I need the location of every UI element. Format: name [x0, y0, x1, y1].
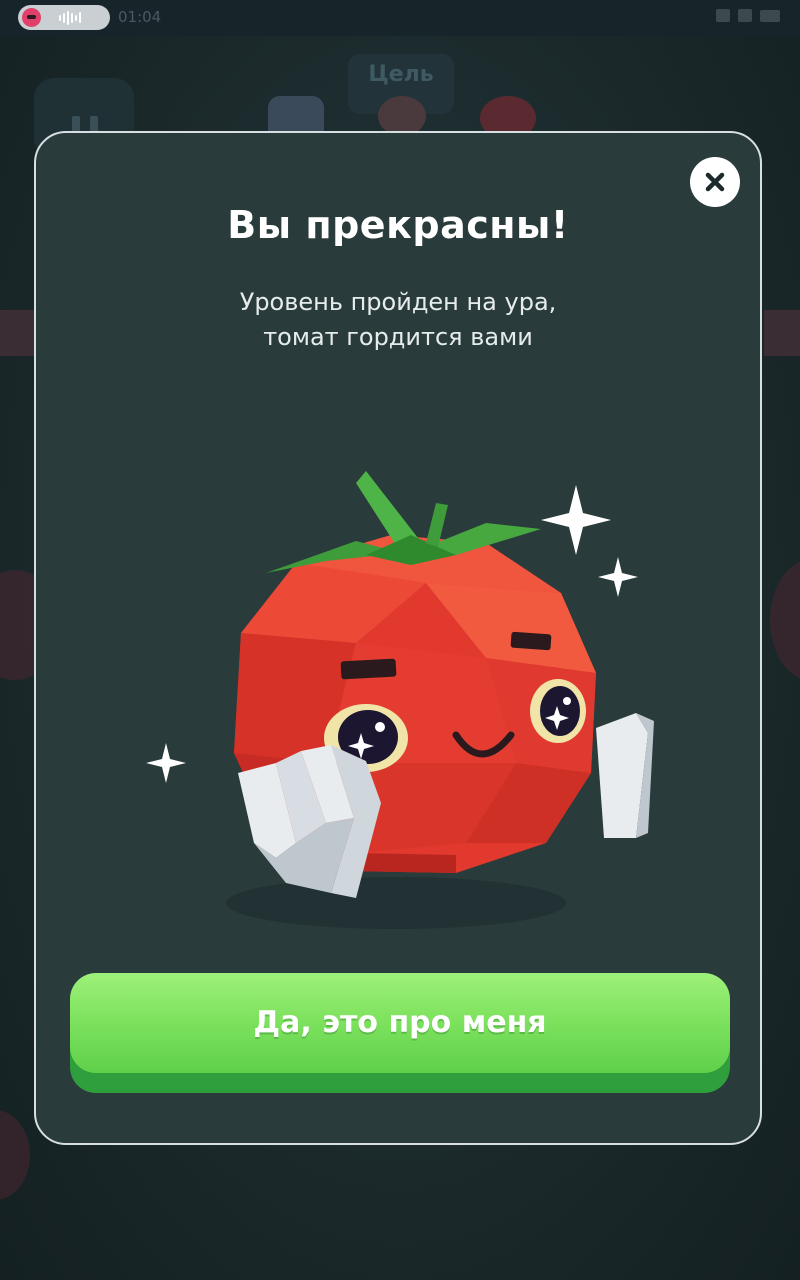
goal-item-sushi [378, 96, 426, 136]
status-icons [716, 9, 780, 22]
modal-subtitle: Уровень пройден на ура, томат гордится в… [36, 285, 760, 355]
left-eyebrow [340, 658, 397, 680]
right-eyebrow [510, 631, 552, 651]
subtitle-line-1: Уровень пройден на ура, [239, 288, 557, 316]
subtitle-line-2: томат гордится вами [263, 323, 533, 351]
bg-food-right [770, 560, 800, 680]
right-hand [596, 713, 654, 838]
shelf-right [764, 310, 800, 356]
mascot-shadow [226, 877, 566, 929]
battery-icon [760, 9, 780, 22]
mute-icon [716, 9, 730, 22]
bg-food-bottom-left [0, 1110, 30, 1200]
modal-title: Вы прекрасны! [227, 203, 569, 247]
confirm-button-label: Да, это про меня [253, 1005, 547, 1040]
call-avatar-icon [22, 8, 41, 27]
confirm-button[interactable]: Да, это про меня [70, 973, 730, 1093]
close-icon [705, 172, 725, 192]
tomato-mascot [126, 443, 666, 963]
wifi-icon [738, 9, 752, 22]
active-call-indicator[interactable] [18, 5, 110, 30]
goal-label: Цель [368, 62, 434, 87]
audio-wave-icon [59, 10, 81, 25]
level-complete-modal: Вы прекрасны! Уровень пройден на ура, то… [34, 131, 762, 1145]
close-button[interactable] [690, 157, 740, 207]
left-hand [238, 745, 381, 898]
status-bar: 01:04 [0, 0, 800, 36]
status-clock: 01:04 [118, 8, 162, 26]
right-eye [530, 679, 586, 743]
game-screen: 01:04 Цель Вы прекрасны! Уровень пройден… [0, 0, 800, 1280]
